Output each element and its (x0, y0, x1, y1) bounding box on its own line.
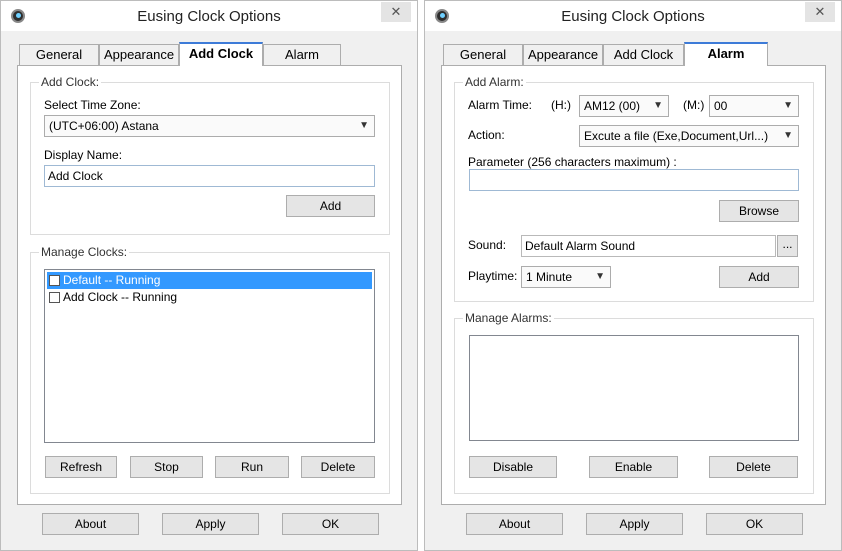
delete-clock-button[interactable]: Delete (301, 456, 375, 478)
add-clock-button[interactable]: Add (286, 195, 375, 217)
ok-button[interactable]: OK (282, 513, 379, 535)
list-item[interactable]: Add Clock -- Running (47, 289, 372, 306)
clock-checkbox[interactable] (49, 275, 60, 286)
window-title: Eusing Clock Options (137, 8, 281, 25)
title-bar: Eusing Clock Options ✕ (1, 1, 417, 31)
close-button[interactable]: ✕ (381, 2, 411, 22)
chevron-down-icon: ▼ (595, 271, 605, 282)
delete-alarm-button[interactable]: Delete (709, 456, 798, 478)
apply-button[interactable]: Apply (162, 513, 259, 535)
hour-select[interactable]: AM12 (00) ▼ (579, 95, 669, 117)
playtime-value: 1 Minute (526, 270, 573, 284)
minute-value: 00 (714, 99, 728, 113)
add-alarm-group: Add Alarm: Alarm Time: (H:) AM12 (00) ▼ … (454, 75, 814, 302)
stop-button[interactable]: Stop (130, 456, 203, 478)
hour-label: (H:) (551, 98, 571, 112)
ok-button[interactable]: OK (706, 513, 803, 535)
chevron-down-icon: ▼ (783, 130, 793, 141)
refresh-button[interactable]: Refresh (45, 456, 117, 478)
chevron-down-icon: ▼ (359, 120, 369, 131)
clock-name: Default -- Running (63, 273, 161, 287)
add-alarm-button[interactable]: Add (719, 266, 799, 288)
clock-checkbox[interactable] (49, 292, 60, 303)
apply-button[interactable]: Apply (586, 513, 683, 535)
display-name-input[interactable]: Add Clock (44, 165, 375, 187)
parameter-input[interactable] (469, 169, 799, 191)
display-name-label: Display Name: (44, 148, 123, 162)
close-button[interactable]: ✕ (805, 2, 835, 22)
clock-list[interactable]: Default -- Running Add Clock -- Running (44, 269, 375, 443)
hour-value: AM12 (00) (584, 99, 641, 113)
tab-alarm[interactable]: Alarm (684, 42, 768, 66)
window-title: Eusing Clock Options (561, 8, 705, 25)
alarm-time-label: Alarm Time: (468, 98, 533, 112)
clock-name: Add Clock -- Running (63, 290, 178, 304)
minute-label: (M:) (683, 98, 705, 112)
sound-input[interactable]: Default Alarm Sound (521, 235, 776, 257)
disable-button[interactable]: Disable (469, 456, 557, 478)
alarm-panel: Add Alarm: Alarm Time: (H:) AM12 (00) ▼ … (441, 65, 826, 505)
add-clock-panel: Add Clock: Select Time Zone: (UTC+06:00)… (17, 65, 402, 505)
playtime-select[interactable]: 1 Minute ▼ (521, 266, 611, 288)
timezone-label: Select Time Zone: (44, 98, 141, 112)
tab-add-clock[interactable]: Add Clock (179, 42, 263, 66)
options-dialog-alarm: Eusing Clock Options ✕ General Appearanc… (424, 0, 842, 551)
tab-general[interactable]: General (443, 44, 523, 65)
chevron-down-icon: ▼ (653, 100, 663, 111)
parameter-label: Parameter (256 characters maximum) : (468, 155, 677, 169)
add-alarm-group-label: Add Alarm: (463, 75, 526, 89)
sound-label: Sound: (468, 238, 507, 252)
playtime-label: Playtime: (468, 269, 518, 283)
sound-browse-button[interactable]: ... (777, 235, 798, 257)
add-clock-group-label: Add Clock: (39, 75, 102, 89)
title-bar: Eusing Clock Options ✕ (425, 1, 841, 31)
action-value: Excute a file (Exe,Document,Url...) (584, 129, 769, 143)
run-button[interactable]: Run (215, 456, 289, 478)
alarm-list[interactable] (469, 335, 799, 441)
about-button[interactable]: About (42, 513, 139, 535)
list-item[interactable]: Default -- Running (47, 272, 372, 289)
add-clock-group: Add Clock: Select Time Zone: (UTC+06:00)… (30, 75, 390, 235)
manage-alarms-label: Manage Alarms: (463, 311, 554, 325)
options-dialog-add-clock: Eusing Clock Options ✕ General Appearanc… (0, 0, 418, 551)
tab-general[interactable]: General (19, 44, 99, 65)
action-label: Action: (468, 128, 505, 142)
enable-button[interactable]: Enable (589, 456, 678, 478)
manage-clocks-label: Manage Clocks: (39, 245, 130, 259)
timezone-select[interactable]: (UTC+06:00) Astana ▼ (44, 115, 375, 137)
minute-select[interactable]: 00 ▼ (709, 95, 799, 117)
tab-appearance[interactable]: Appearance (523, 44, 603, 65)
tab-appearance[interactable]: Appearance (99, 44, 179, 65)
manage-alarms-group: Manage Alarms: Disable Enable Delete (454, 311, 814, 494)
action-select[interactable]: Excute a file (Exe,Document,Url...) ▼ (579, 125, 799, 147)
manage-clocks-group: Manage Clocks: Default -- Running Add Cl… (30, 245, 390, 494)
browse-button[interactable]: Browse (719, 200, 799, 222)
chevron-down-icon: ▼ (783, 100, 793, 111)
tab-alarm[interactable]: Alarm (263, 44, 341, 65)
timezone-value: (UTC+06:00) Astana (49, 119, 159, 133)
tab-add-clock[interactable]: Add Clock (603, 44, 684, 65)
about-button[interactable]: About (466, 513, 563, 535)
